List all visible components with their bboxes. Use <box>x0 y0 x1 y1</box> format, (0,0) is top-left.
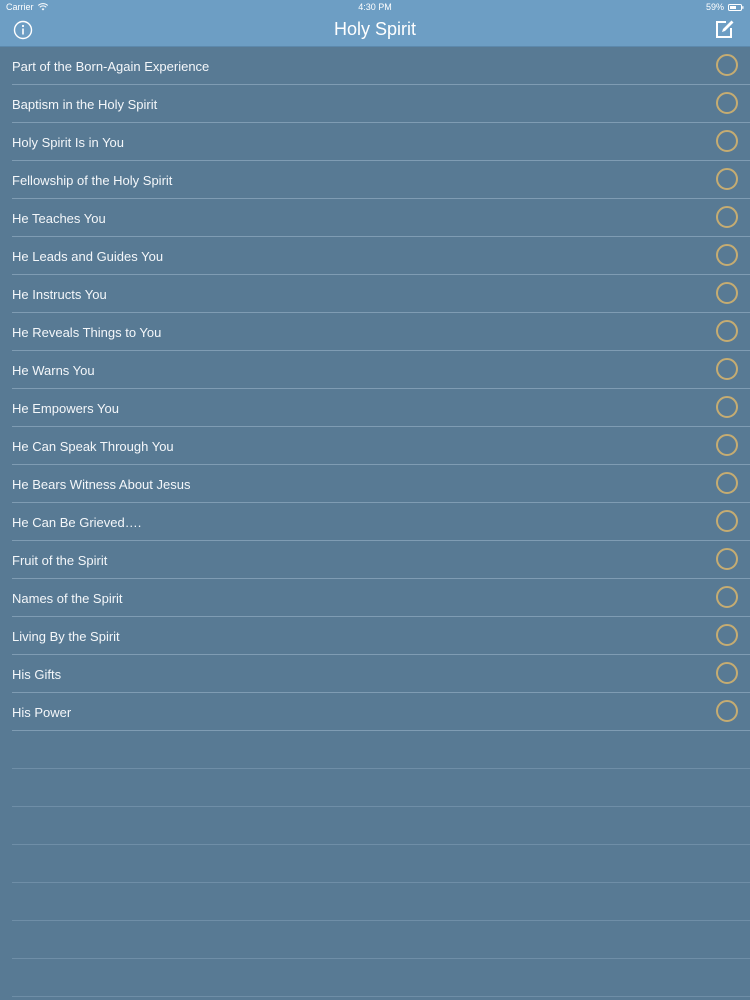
list-item-label: Holy Spirit Is in You <box>12 135 125 150</box>
completion-circle-icon[interactable] <box>716 700 738 722</box>
battery-icon <box>728 3 744 11</box>
completion-circle-icon[interactable] <box>716 206 738 228</box>
list-item[interactable]: Holy Spirit Is in You <box>12 123 750 161</box>
list-item-label: He Can Speak Through You <box>12 439 174 454</box>
list-item[interactable]: He Empowers You <box>12 389 750 427</box>
completion-circle-icon[interactable] <box>716 624 738 646</box>
completion-circle-icon[interactable] <box>716 92 738 114</box>
list-item[interactable]: Part of the Born-Again Experience <box>12 47 750 85</box>
list-item[interactable]: He Warns You <box>12 351 750 389</box>
list-item-label: He Teaches You <box>12 211 106 226</box>
compose-edit-icon[interactable] <box>712 18 736 42</box>
completion-circle-icon[interactable] <box>716 434 738 456</box>
list-item-label: His Gifts <box>12 667 62 682</box>
navigation-bar: Holy Spirit <box>0 14 750 47</box>
completion-circle-icon[interactable] <box>716 586 738 608</box>
list-item-label: He Empowers You <box>12 401 119 416</box>
completion-circle-icon[interactable] <box>716 358 738 380</box>
list-item-label: He Warns You <box>12 363 95 378</box>
completion-circle-icon[interactable] <box>716 320 738 342</box>
page-title: Holy Spirit <box>333 19 417 39</box>
list-item-label: Living By the Spirit <box>12 629 120 644</box>
status-bar: Carrier 4:30 PM 59% <box>0 0 750 14</box>
completion-circle-icon[interactable] <box>716 54 738 76</box>
empty-row <box>12 731 750 769</box>
list-item[interactable]: His Gifts <box>12 655 750 693</box>
list-item-label: Part of the Born-Again Experience <box>12 59 210 74</box>
empty-row <box>12 845 750 883</box>
completion-circle-icon[interactable] <box>716 510 738 532</box>
empty-row <box>12 921 750 959</box>
list-item-label: He Instructs You <box>12 287 107 302</box>
list-item-label: He Bears Witness About Jesus <box>12 477 191 492</box>
empty-row <box>12 959 750 997</box>
empty-row <box>12 883 750 921</box>
completion-circle-icon[interactable] <box>716 662 738 684</box>
list-item-label: Fellowship of the Holy Spirit <box>12 173 173 188</box>
status-right: 59% <box>706 2 744 12</box>
list-item[interactable]: Fellowship of the Holy Spirit <box>12 161 750 199</box>
empty-row <box>12 807 750 845</box>
completion-circle-icon[interactable] <box>716 282 738 304</box>
list-item[interactable]: Names of the Spirit <box>12 579 750 617</box>
list-item[interactable]: He Teaches You <box>12 199 750 237</box>
completion-circle-icon[interactable] <box>716 130 738 152</box>
list-item[interactable]: His Power <box>12 693 750 731</box>
completion-circle-icon[interactable] <box>716 472 738 494</box>
status-time: 4:30 PM <box>358 2 392 12</box>
completion-circle-icon[interactable] <box>716 168 738 190</box>
list-item-label: His Power <box>12 705 72 720</box>
list-item[interactable]: He Instructs You <box>12 275 750 313</box>
list-item[interactable]: He Bears Witness About Jesus <box>12 465 750 503</box>
topic-list: Part of the Born-Again Experience Baptism… <box>0 47 750 1000</box>
list-item-label: Names of the Spirit <box>12 591 123 606</box>
completion-circle-icon[interactable] <box>716 244 738 266</box>
empty-row <box>12 769 750 807</box>
list-item[interactable]: He Can Speak Through You <box>12 427 750 465</box>
list-item-label: He Reveals Things to You <box>12 325 162 340</box>
completion-circle-icon[interactable] <box>716 396 738 418</box>
list-item-label: He Leads and Guides You <box>12 249 164 264</box>
list-item[interactable]: He Leads and Guides You <box>12 237 750 275</box>
list-item-label: Fruit of the Spirit <box>12 553 108 568</box>
list-item[interactable]: He Reveals Things to You <box>12 313 750 351</box>
list-item[interactable]: Living By the Spirit <box>12 617 750 655</box>
list-item-label: Baptism in the Holy Spirit <box>12 97 158 112</box>
list-item[interactable]: Baptism in the Holy Spirit <box>12 85 750 123</box>
list-item[interactable]: He Can Be Grieved…. <box>12 503 750 541</box>
completion-circle-icon[interactable] <box>716 548 738 570</box>
list-item-label: He Can Be Grieved…. <box>12 515 142 530</box>
battery-percent: 59% <box>705 2 724 12</box>
list-item[interactable]: Fruit of the Spirit <box>12 541 750 579</box>
